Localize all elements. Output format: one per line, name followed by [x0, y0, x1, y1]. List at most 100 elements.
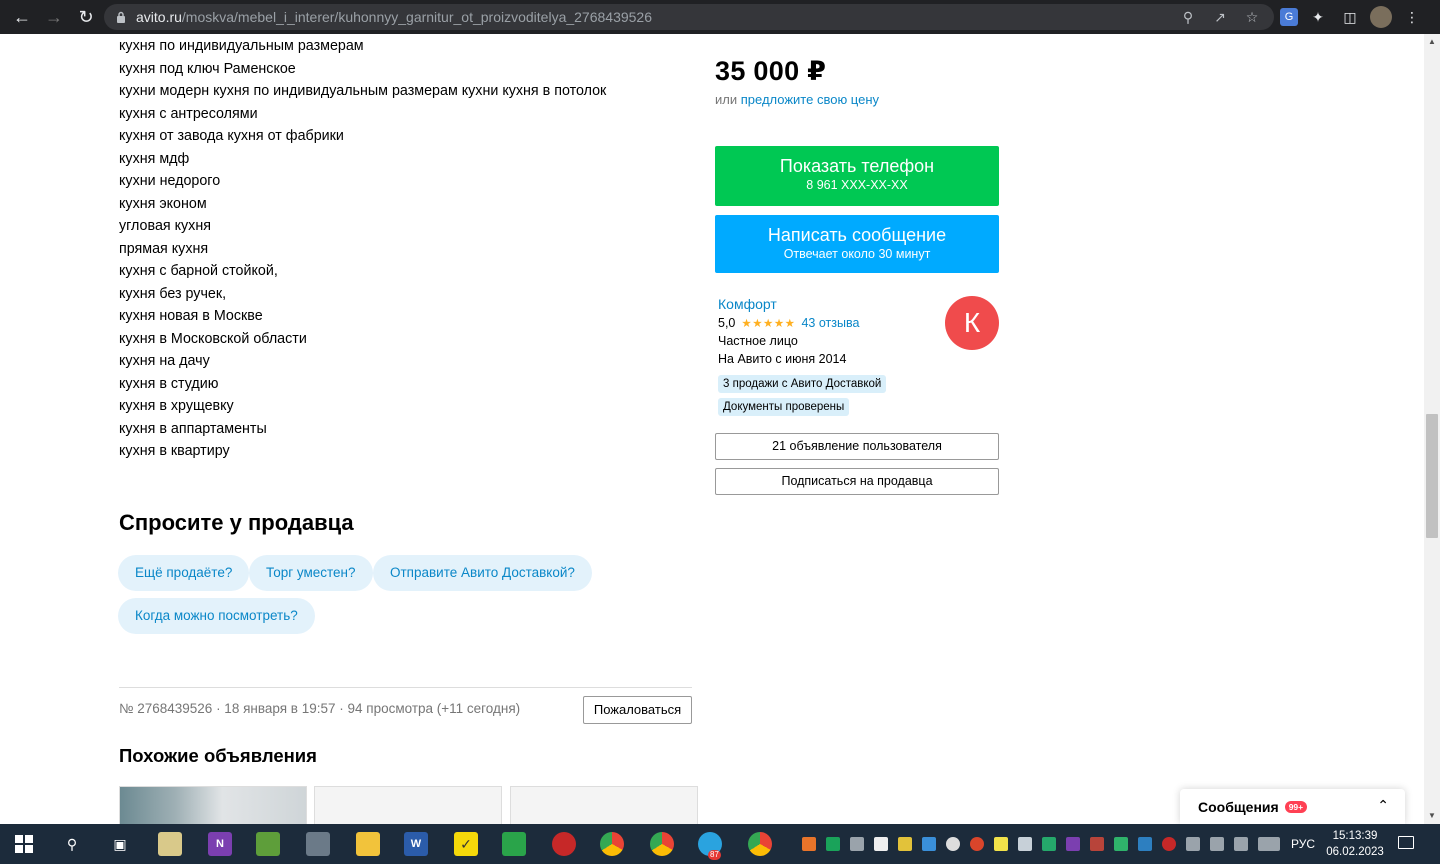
divider [119, 687, 692, 688]
seller-type: Частное лицо [718, 334, 798, 348]
scroll-thumb[interactable] [1426, 414, 1438, 538]
search-icon[interactable]: ⚲ [60, 832, 84, 856]
tray-app-icon[interactable] [1138, 837, 1152, 851]
tray-app-icon[interactable] [826, 837, 840, 851]
scroll-down-icon[interactable]: ▼ [1428, 812, 1436, 820]
tray-app-icon[interactable] [1066, 837, 1080, 851]
back-arrow-icon[interactable]: ← [6, 0, 38, 34]
task-view-icon[interactable]: ▣ [108, 832, 132, 856]
keyword-list: кухня по индивидуальным размерам кухня п… [119, 35, 606, 463]
app-red-icon[interactable] [552, 832, 576, 856]
tray-app-icon[interactable] [1090, 837, 1104, 851]
file-explorer-icon[interactable] [356, 832, 380, 856]
chip-bargain[interactable]: Торг уместен? [249, 555, 373, 591]
similar-ad-thumbnail[interactable] [119, 786, 307, 824]
keyword-item: кухня от завода кухня от фабрики [119, 128, 344, 144]
tray-app-icon[interactable] [946, 837, 960, 851]
messages-panel[interactable]: Сообщения 99+ ⌃ [1180, 789, 1405, 824]
offer-price-line: или предложите свою цену [715, 92, 880, 107]
profile-avatar-icon[interactable] [1370, 6, 1392, 28]
notes-app-icon[interactable] [158, 832, 182, 856]
chip-still-selling[interactable]: Ещё продаёте? [118, 555, 250, 591]
write-message-button[interactable]: Написать сообщение Отвечает около 30 мин… [715, 215, 999, 273]
reviews-link[interactable]: 43 отзыва [801, 316, 859, 330]
network-icon[interactable] [1210, 837, 1224, 851]
translate-extension-icon[interactable]: G [1280, 8, 1298, 26]
tray-app-icon[interactable] [874, 837, 888, 851]
messages-label: Сообщения [1198, 798, 1279, 815]
address-bar[interactable]: avito.ru/moskva/mebel_i_interer/kuhonnyy… [104, 4, 1274, 30]
zoom-icon[interactable]: ⚲ [1178, 7, 1198, 27]
clock[interactable]: 15:13:39 06.02.2023 [1326, 828, 1384, 860]
documents-badge: Документы проверены [718, 398, 850, 416]
tray-app-icon[interactable] [1042, 837, 1056, 851]
utility-app-icon[interactable] [306, 832, 330, 856]
keyword-item: кухня в квартиру [119, 443, 230, 459]
sticky-notes-icon[interactable]: ✓ [454, 832, 478, 856]
tray-app-icon[interactable] [994, 837, 1008, 851]
forward-arrow-icon[interactable]: → [38, 0, 70, 34]
clock-time: 15:13:39 [1332, 830, 1378, 842]
seller-since: На Авито с июня 2014 [718, 352, 847, 366]
report-button[interactable]: Пожаловаться [583, 696, 692, 724]
tray-app-icon[interactable] [802, 837, 816, 851]
tray-app-icon[interactable] [850, 837, 864, 851]
subscribe-button[interactable]: Подписаться на продавца [715, 468, 999, 495]
volume-icon[interactable] [1234, 837, 1248, 851]
chrome-icon[interactable] [748, 832, 772, 856]
seller-name-link[interactable]: Комфорт [718, 296, 777, 312]
keyword-item: кухня в аппартаменты [119, 420, 267, 437]
chevron-up-icon[interactable]: ⌃ [1377, 797, 1389, 814]
input-language[interactable]: РУС [1291, 837, 1315, 851]
reload-icon[interactable]: ↻ [70, 0, 102, 34]
sheets-icon[interactable] [502, 832, 526, 856]
similar-ad-thumbnail[interactable] [510, 786, 698, 824]
scroll-up-icon[interactable]: ▲ [1428, 38, 1436, 46]
seller-rating: 5,0 ★★★★★ 43 отзыва [718, 316, 859, 330]
windows-start-icon[interactable] [12, 832, 36, 856]
keyword-item: кухня на дачу [119, 353, 210, 369]
keyword-item: кухня новая в Москве [119, 308, 263, 324]
windows-taskbar: ⚲ ▣ N W ✓ 87 РУС 15:13:39 06.02.2023 [0, 824, 1440, 864]
tray-app-icon[interactable] [1114, 837, 1128, 851]
keyword-item: кухни модерн кухня по индивидуальным раз… [119, 83, 607, 99]
phone-masked: 8 961 XXX-XX-XX [806, 178, 908, 192]
share-icon[interactable]: ↗ [1210, 7, 1230, 27]
browser-toolbar: ← → ↻ avito.ru/moskva/mebel_i_interer/ku… [0, 0, 1440, 34]
chrome-icon[interactable] [600, 832, 624, 856]
word-icon[interactable]: W [404, 832, 428, 856]
tray-app-icon[interactable] [970, 837, 984, 851]
chip-when-view[interactable]: Когда можно посмотреть? [118, 598, 315, 634]
keyword-item: кухня с антресолями [119, 105, 258, 122]
show-phone-button[interactable]: Показать телефон 8 961 XXX-XX-XX [715, 146, 999, 206]
seller-avatar[interactable]: К [945, 296, 999, 350]
keyword-item: угловая кухня [119, 218, 211, 234]
keyword-item: кухня без ручек, [119, 285, 227, 302]
tray-app-icon[interactable] [1018, 837, 1032, 851]
offer-price-link[interactable]: предложите свою цену [741, 92, 879, 107]
lock-icon [116, 11, 126, 23]
keyword-item: кухня по индивидуальным размерам [119, 38, 364, 54]
chrome-icon[interactable] [650, 832, 674, 856]
tray-app-icon[interactable] [1162, 837, 1176, 851]
show-phone-label: Показать телефон [779, 156, 935, 176]
onenote-icon[interactable]: N [208, 832, 232, 856]
sidepanel-icon[interactable]: ◫ [1338, 5, 1362, 29]
page-content: кухня по индивидуальным размерам кухня п… [0, 34, 1424, 824]
tray-app-icon[interactable] [922, 837, 936, 851]
messages-count-badge: 99+ [1284, 800, 1308, 813]
similar-ad-thumbnail[interactable] [314, 786, 502, 824]
menu-kebab-icon[interactable]: ⋮ [1400, 5, 1424, 29]
scrollbar[interactable]: ▲ ▼ [1424, 34, 1440, 824]
keyword-item: кухня эконом [119, 195, 207, 212]
notification-center-icon[interactable] [1398, 836, 1414, 849]
battery-icon[interactable] [1186, 837, 1200, 851]
chip-avito-delivery[interactable]: Отправите Авито Доставкой? [373, 555, 592, 591]
puzzle-extensions-icon[interactable]: ✦ [1306, 5, 1330, 29]
keyboard-icon[interactable] [1258, 837, 1280, 851]
user-ads-button[interactable]: 21 объявление пользователя [715, 433, 999, 460]
star-bookmark-icon[interactable]: ☆ [1242, 7, 1262, 27]
tray-app-icon[interactable] [898, 837, 912, 851]
spreadsheet-app-icon[interactable] [256, 832, 280, 856]
price: 35 000 ₽ [715, 56, 827, 86]
